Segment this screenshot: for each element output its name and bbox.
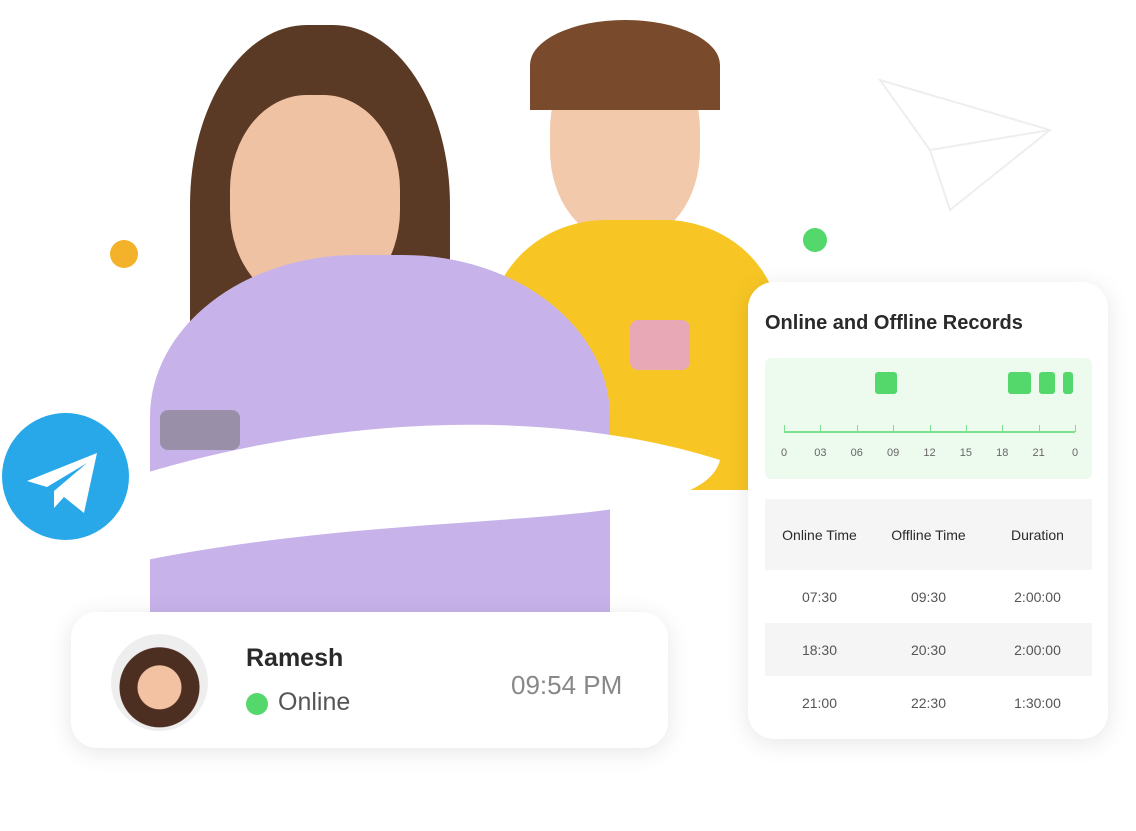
online-time: 07:30 [801, 588, 838, 605]
timeline-tick [893, 425, 895, 432]
online-segment [1038, 372, 1055, 394]
telegram-paper-plane-icon [2, 413, 129, 540]
table-row: 21:00 22:30 1:30:00 [765, 676, 1092, 729]
online-time: 21:00 [801, 694, 838, 711]
status-text: Online [278, 688, 351, 716]
timeline-tick-label: 09 [887, 447, 900, 459]
column-header: Offline Time [891, 526, 966, 543]
timeline-tick [929, 425, 931, 432]
online-segment [1008, 372, 1031, 394]
table-row: 07:30 09:30 2:00:00 [765, 570, 1092, 623]
online-dot-icon [246, 693, 268, 715]
online-segment [1062, 372, 1073, 394]
last-seen-time: 09:54 PM [511, 670, 623, 700]
timeline-tick-label: 12 [923, 447, 936, 459]
duration: 2:00:00 [1014, 641, 1061, 658]
paper-plane-outline-decoration [877, 78, 1053, 212]
duration: 2:00:00 [1014, 588, 1061, 605]
online-offline-records-card: Online and Offline Records 0 03 06 09 12 15 18… [748, 282, 1108, 739]
offline-time: 09:30 [910, 588, 947, 605]
table-row: 18:30 20:30 2:00:00 [765, 623, 1092, 676]
timeline-tick-label: 06 [850, 447, 863, 459]
online-time: 18:30 [801, 641, 838, 658]
yellow-dot-decoration [110, 240, 138, 268]
timeline-tick [965, 425, 967, 432]
timeline-tick [856, 425, 858, 432]
offline-time: 20:30 [910, 641, 947, 658]
timeline-tick-label: 03 [814, 447, 827, 459]
column-header: Online Time [782, 526, 857, 543]
timeline-tick [1002, 425, 1004, 432]
green-dot-decoration [803, 228, 827, 252]
timeline-tick [1075, 425, 1076, 432]
timeline-tick-label: 15 [959, 447, 972, 459]
timeline-tick-label: 0 [780, 447, 788, 459]
records-table: Online Time Offline Time Duration 07:30 … [765, 499, 1092, 729]
online-segment [874, 372, 898, 394]
timeline-tick-label: 0 [1071, 447, 1079, 459]
duration: 1:30:00 [1014, 694, 1061, 711]
avatar [111, 634, 208, 731]
offline-time: 22:30 [910, 694, 947, 711]
timeline-tick [820, 425, 822, 432]
contact-name: Ramesh [246, 644, 344, 672]
timeline-tick [1038, 425, 1040, 432]
records-title: Online and Offline Records [765, 312, 1023, 334]
timeline-tick [784, 425, 785, 432]
timeline-tick-label: 21 [1032, 447, 1045, 459]
contact-status-card: Ramesh Online 09:54 PM [71, 612, 668, 748]
column-header: Duration [1011, 526, 1064, 543]
table-header: Online Time Offline Time Duration [765, 499, 1092, 570]
timeline-tick-label: 18 [996, 447, 1009, 459]
activity-timeline: 0 03 06 09 12 15 18 21 0 [765, 358, 1092, 479]
